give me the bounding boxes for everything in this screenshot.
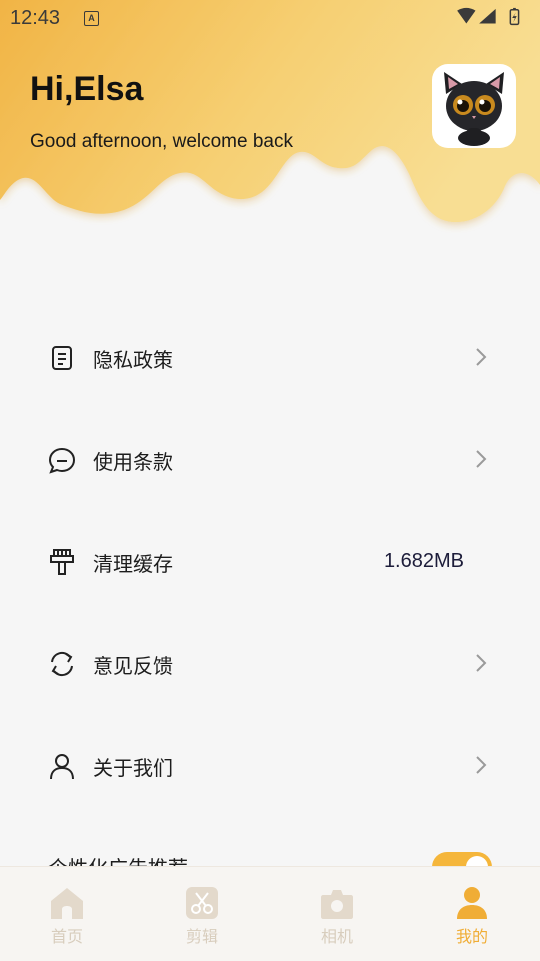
menu-item-label: 清理缓存 (93, 552, 173, 576)
chevron-right-icon (476, 756, 487, 774)
tab-mine[interactable]: 我的 (432, 885, 512, 955)
menu-item-privacy-policy[interactable]: 隐私政策 (0, 306, 540, 408)
signal-icon (479, 8, 496, 24)
home-icon (51, 888, 83, 919)
user-avatar[interactable] (432, 64, 516, 148)
chat-bubble-icon (48, 447, 76, 474)
refresh-icon (51, 651, 73, 677)
greeting-subtitle: Good afternoon, welcome back (30, 131, 293, 152)
settings-menu: 隐私政策 使用条款 清理缓存 1.682MB 意见反馈 关于我们 (0, 306, 540, 816)
menu-item-label: 意见反馈 (93, 654, 173, 678)
chevron-right-icon (476, 654, 487, 672)
black-cat-avatar-icon (444, 72, 504, 146)
document-icon (52, 346, 72, 370)
accessibility-badge-icon: A (84, 11, 99, 26)
chevron-right-icon (476, 348, 487, 366)
tab-label: 剪辑 (185, 927, 218, 946)
wifi-icon (457, 7, 476, 24)
chevron-right-icon (476, 450, 487, 468)
tab-label: 相机 (320, 927, 353, 946)
menu-item-terms-of-use[interactable]: 使用条款 (0, 408, 540, 510)
greeting-title: Hi,Elsa (30, 70, 144, 108)
person-icon (457, 887, 487, 919)
bottom-tab-bar: 首页 剪辑 相机 我的 (0, 866, 540, 961)
person-icon (50, 754, 74, 780)
menu-item-about-us[interactable]: 关于我们 (0, 714, 540, 816)
tab-camera[interactable]: 相机 (297, 885, 377, 955)
menu-item-label: 使用条款 (93, 450, 173, 474)
tab-home[interactable]: 首页 (27, 885, 107, 955)
tab-label: 我的 (455, 927, 488, 946)
tab-label: 首页 (50, 927, 83, 946)
system-status-icons (457, 7, 520, 26)
menu-item-label: 隐私政策 (93, 348, 173, 372)
menu-item-label: 关于我们 (93, 756, 173, 780)
status-bar: 12:43 A (0, 0, 540, 36)
status-time: 12:43 (10, 7, 61, 29)
menu-item-feedback[interactable]: 意见反馈 (0, 612, 540, 714)
scissors-icon (186, 887, 218, 919)
menu-item-clear-cache[interactable]: 清理缓存 1.682MB (0, 510, 540, 612)
cache-size-value: 1.682MB (383, 550, 464, 572)
camera-icon (321, 890, 353, 919)
brush-icon (50, 549, 74, 575)
tab-edit[interactable]: 剪辑 (162, 885, 242, 955)
